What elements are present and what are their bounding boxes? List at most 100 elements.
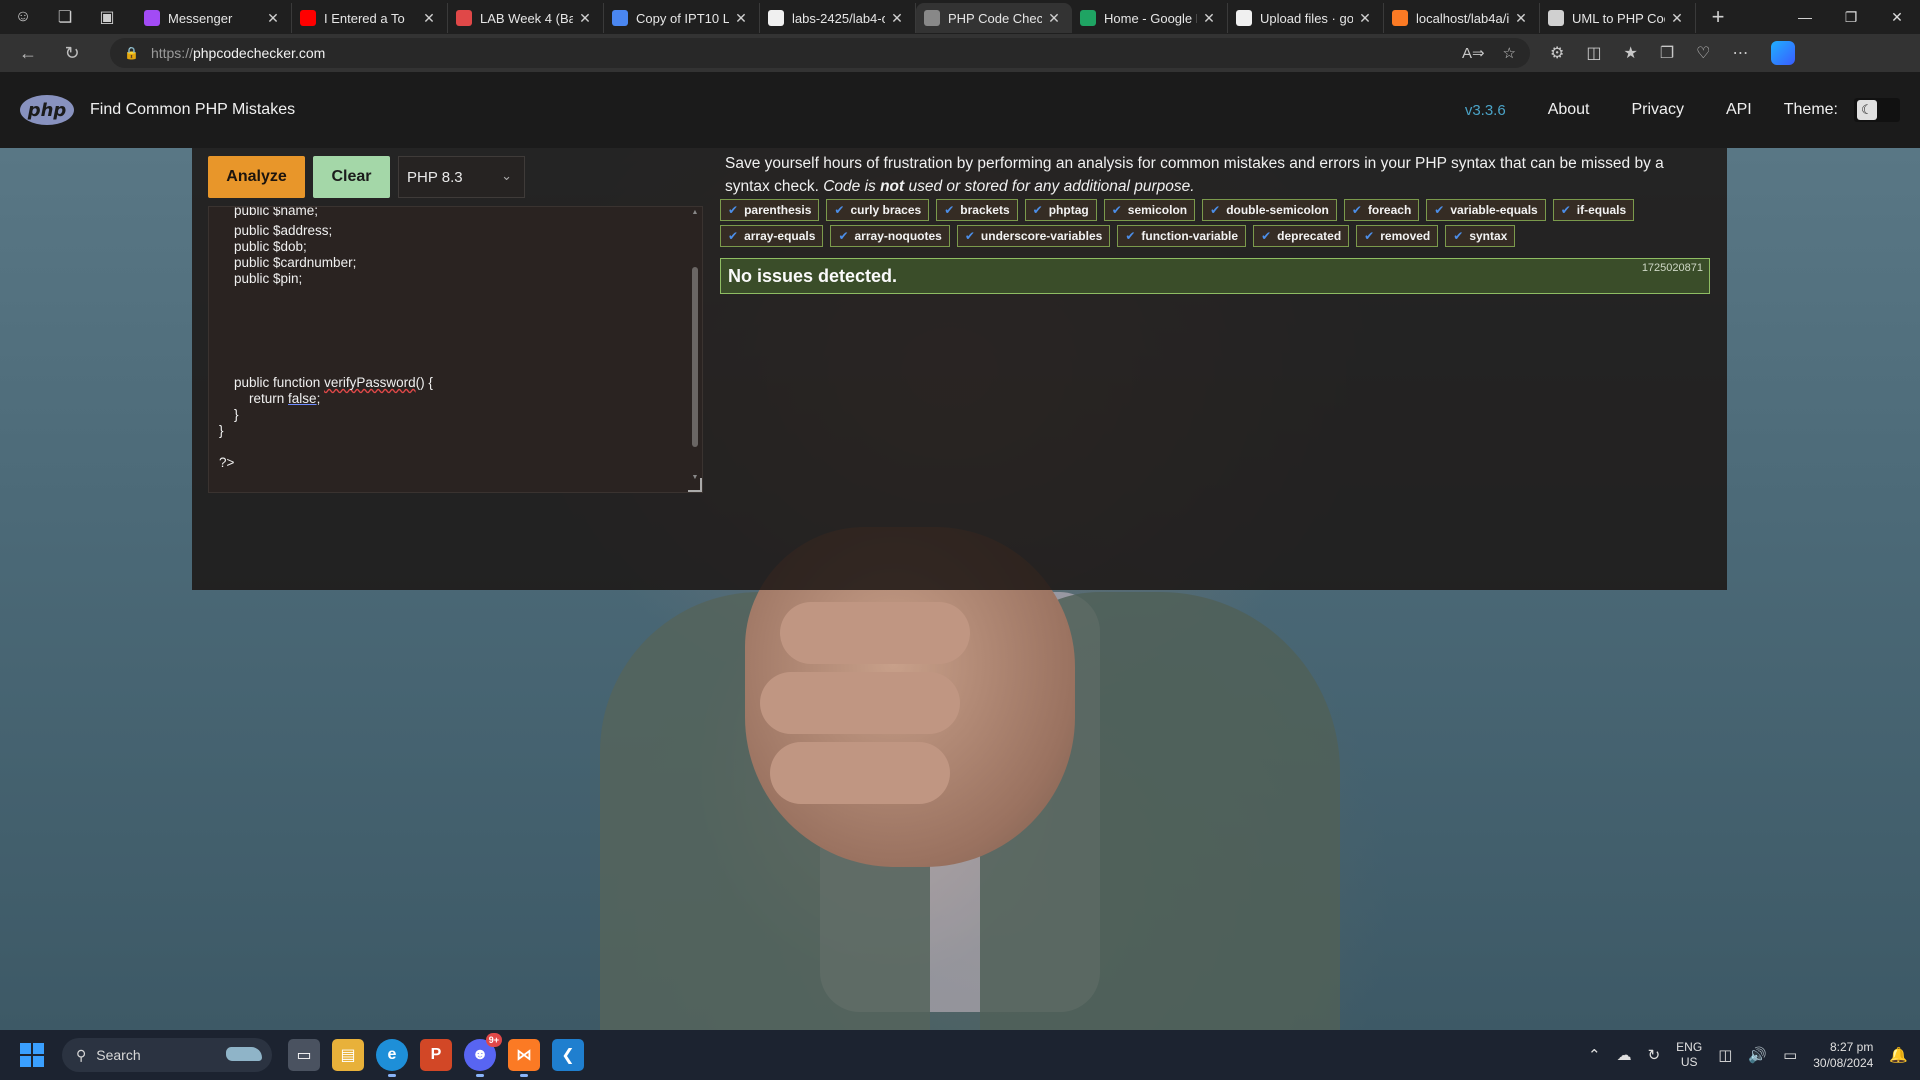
close-tab-icon[interactable]: ✕	[265, 10, 281, 27]
analyze-button[interactable]: Analyze	[208, 156, 305, 198]
refresh-icon[interactable]: ↻	[54, 37, 90, 69]
workspaces-icon[interactable]: ❏	[50, 2, 80, 32]
drive-icon	[1080, 10, 1096, 26]
browser-tab[interactable]: localhost/lab4a/in ✕	[1384, 3, 1540, 33]
sync-icon[interactable]: ↻	[1648, 1046, 1661, 1064]
url-protocol: https://	[150, 45, 193, 61]
more-menu-icon[interactable]: ⋯	[1733, 43, 1749, 63]
close-window-icon[interactable]: ✕	[1874, 0, 1920, 34]
close-tab-icon[interactable]: ✕	[1046, 10, 1062, 27]
check-option[interactable]: ✔ curly braces	[826, 199, 930, 221]
browser-tab[interactable]: LAB Week 4 (Basic✕	[448, 3, 604, 33]
checkmark-icon: ✔	[728, 229, 739, 243]
close-tab-icon[interactable]: ✕	[733, 10, 749, 27]
nav-about[interactable]: About	[1548, 101, 1590, 119]
browser-tab[interactable]: I Entered a To ✕	[292, 3, 448, 33]
back-icon[interactable]: ←	[10, 37, 46, 69]
browser-tab[interactable]: PHP Code Checke✕	[916, 3, 1072, 33]
version-link[interactable]: v3.3.6	[1465, 102, 1506, 119]
youtube-icon	[300, 10, 316, 26]
check-option-label: array-equals	[744, 229, 816, 243]
result-message: No issues detected.	[728, 265, 898, 286]
read-aloud-icon[interactable]: A⇒	[1462, 44, 1485, 62]
discord-icon[interactable]: ☻ 9+	[464, 1033, 502, 1077]
url-host: phpcodechecker.com	[192, 45, 326, 61]
resize-handle[interactable]	[688, 478, 702, 492]
checkmark-icon: ✔	[1351, 203, 1362, 217]
battery-icon[interactable]: ▭	[1783, 1046, 1797, 1064]
onedrive-icon[interactable]: ☁	[1617, 1046, 1632, 1064]
php-version-select[interactable]: PHP 8.3 ⌄	[398, 156, 525, 198]
check-option[interactable]: ✔ variable-equals	[1426, 199, 1546, 221]
clear-button[interactable]: Clear	[313, 156, 390, 198]
taskbar-search[interactable]: ⚲ Search	[62, 1038, 272, 1072]
main-panel: Analyze Clear PHP 8.3 ⌄ public $name; pu…	[192, 148, 1727, 590]
check-option[interactable]: ✔ syntax	[1445, 225, 1516, 247]
site-title[interactable]: Find Common PHP Mistakes	[90, 101, 295, 119]
check-option-label: underscore-variables	[980, 229, 1103, 243]
profile-icon[interactable]: ☺	[8, 2, 38, 32]
extensions-icon[interactable]: ⚙	[1550, 43, 1564, 63]
check-option[interactable]: ✔ function-variable	[1117, 225, 1247, 247]
collections-icon[interactable]: ❐	[1660, 43, 1674, 63]
language-indicator[interactable]: ENG US	[1676, 1040, 1702, 1070]
split-screen-icon[interactable]: ◫	[1586, 43, 1601, 63]
minimize-icon[interactable]: —	[1782, 0, 1828, 34]
check-option[interactable]: ✔ double-semicolon	[1202, 199, 1337, 221]
favorite-star-icon[interactable]: ☆	[1503, 44, 1516, 62]
theme-toggle[interactable]: ☾	[1854, 98, 1900, 122]
check-option[interactable]: ✔ underscore-variables	[956, 225, 1111, 247]
browser-tab[interactable]: labs-2425/lab4-oc✕	[760, 3, 916, 33]
browser-tab[interactable]: Home - Google D ✕	[1072, 3, 1228, 33]
new-tab-button[interactable]: +	[1702, 2, 1734, 32]
code-line: public $name;	[219, 206, 319, 218]
check-option[interactable]: ✔ semicolon	[1103, 199, 1196, 221]
browser-tab[interactable]: UML to PHP Code✕	[1540, 3, 1696, 33]
scroll-up-icon[interactable]: ▲	[690, 209, 700, 216]
network-icon[interactable]: ◫	[1718, 1046, 1732, 1064]
powerpoint-icon[interactable]: P	[420, 1039, 452, 1071]
close-tab-icon[interactable]: ✕	[1201, 10, 1217, 27]
browser-tab[interactable]: Upload files · gone✕	[1228, 3, 1384, 33]
edge-icon[interactable]: e	[376, 1039, 408, 1077]
copilot-icon[interactable]	[1770, 41, 1795, 65]
tab-actions-icon[interactable]: ▣	[92, 2, 122, 32]
favorites-icon[interactable]: ★	[1623, 43, 1637, 63]
notifications-icon[interactable]: 🔔	[1889, 1046, 1908, 1064]
code-editor[interactable]: public $name; public $address; public $d…	[208, 206, 703, 493]
check-option[interactable]: ✔ foreach	[1343, 199, 1420, 221]
check-option[interactable]: ✔ array-noquotes	[830, 225, 950, 247]
check-option[interactable]: ✔ removed	[1356, 225, 1439, 247]
close-tab-icon[interactable]: ✕	[1513, 10, 1529, 27]
volume-icon[interactable]: 🔊	[1748, 1046, 1767, 1064]
close-tab-icon[interactable]: ✕	[1669, 10, 1685, 27]
check-option[interactable]: ✔ if-equals	[1552, 199, 1635, 221]
restore-icon[interactable]: ❐	[1828, 0, 1874, 34]
close-tab-icon[interactable]: ✕	[577, 10, 593, 27]
check-option[interactable]: ✔ parenthesis	[720, 199, 820, 221]
browser-tab[interactable]: Messenger ✕	[136, 3, 292, 33]
chevron-up-icon[interactable]: ⌃	[1588, 1046, 1601, 1064]
file-explorer-icon[interactable]: ▤	[332, 1039, 364, 1071]
vscode-icon[interactable]: ❮	[552, 1039, 584, 1071]
close-tab-icon[interactable]: ✕	[889, 10, 905, 27]
lock-icon: 🔒	[124, 46, 139, 60]
browser-tab-label: labs-2425/lab4-oc	[792, 10, 885, 26]
check-option[interactable]: ✔ array-equals	[720, 225, 824, 247]
editor-scrollbar[interactable]: ▲ ▼	[690, 209, 700, 489]
nav-api[interactable]: API	[1726, 101, 1752, 119]
browser-tab[interactable]: Copy of IPT10 Lab✕	[604, 3, 760, 33]
browser-essentials-icon[interactable]: ♡	[1696, 43, 1710, 63]
check-option[interactable]: ✔ brackets	[936, 199, 1018, 221]
url-field[interactable]: 🔒 https:// phpcodechecker.com A⇒ ☆	[110, 38, 1530, 68]
close-tab-icon[interactable]: ✕	[421, 10, 437, 27]
clock[interactable]: 8:27 pm 30/08/2024	[1813, 1039, 1873, 1071]
task-view-icon[interactable]: ▭	[288, 1039, 320, 1071]
close-tab-icon[interactable]: ✕	[1357, 10, 1373, 27]
nav-privacy[interactable]: Privacy	[1632, 101, 1684, 119]
check-option[interactable]: ✔ deprecated	[1253, 225, 1350, 247]
xampp-icon[interactable]: ⋈	[508, 1039, 540, 1077]
windows-start-icon[interactable]	[20, 1043, 44, 1067]
check-option[interactable]: ✔ phptag	[1024, 199, 1097, 221]
php-logo[interactable]: php	[20, 95, 74, 125]
